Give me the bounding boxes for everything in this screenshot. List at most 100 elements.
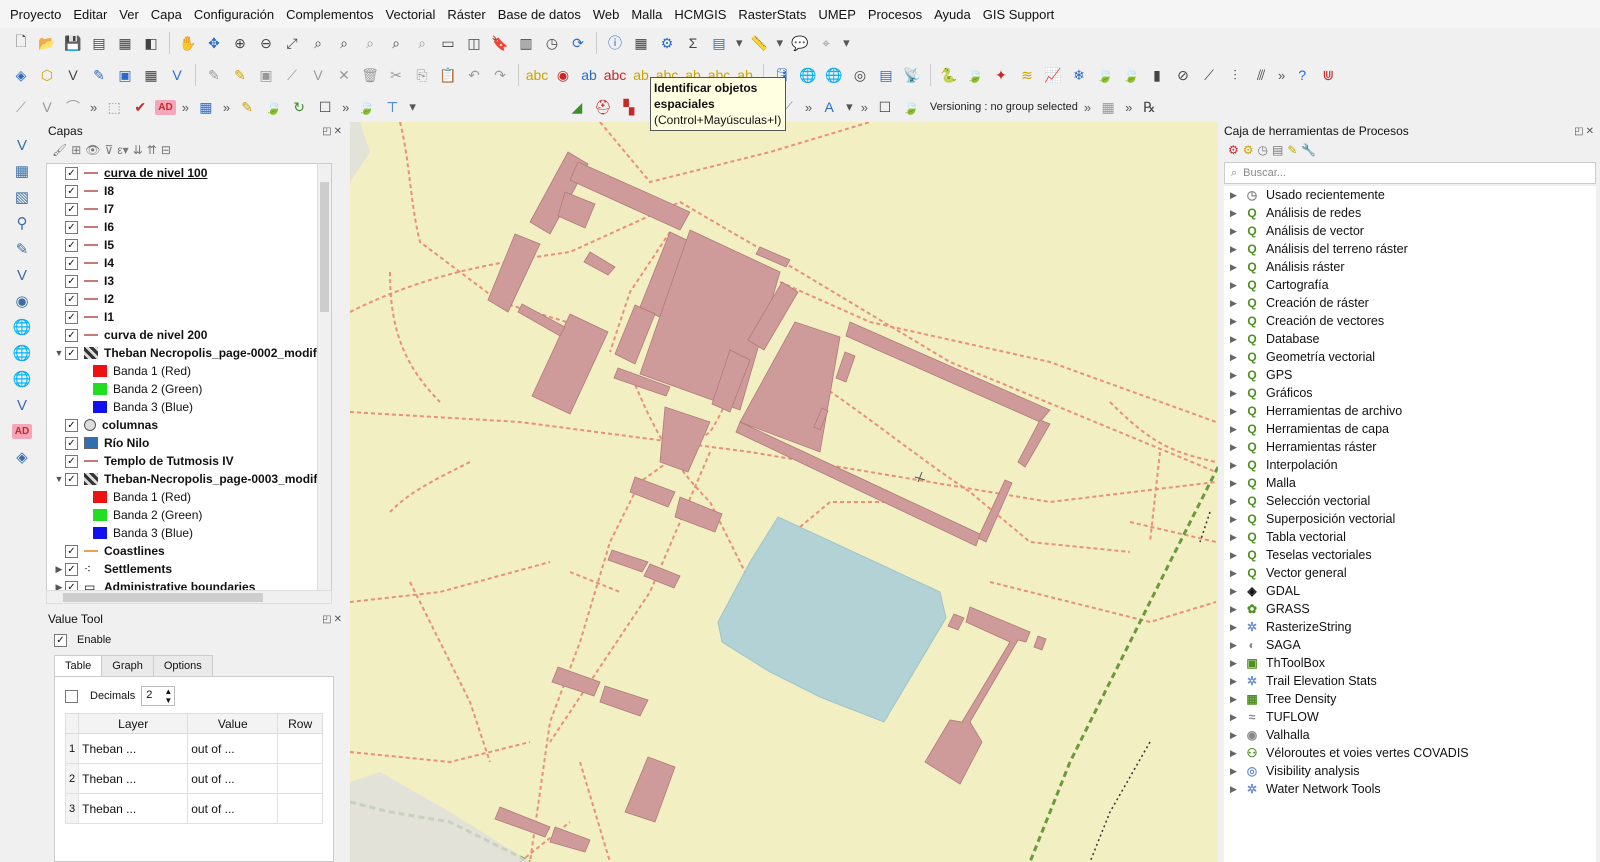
undo-icon[interactable]: ↶: [463, 64, 485, 86]
virtual-layer-icon[interactable]: V: [166, 64, 188, 86]
new-geopackage-layer-icon[interactable]: ⬡: [36, 64, 58, 86]
tab-graph[interactable]: Graph: [101, 655, 154, 676]
grid-icon[interactable]: ▦: [140, 64, 162, 86]
menu-base-de-datos[interactable]: Base de datos: [492, 7, 587, 22]
layer-visibility-checkbox[interactable]: ✓: [65, 184, 78, 198]
more-tools-icon[interactable]: »: [221, 100, 232, 115]
expand-arrow-icon[interactable]: ▶: [1230, 676, 1244, 687]
show-bookmarks-icon[interactable]: ▥: [515, 32, 537, 54]
menu-ayuda[interactable]: Ayuda: [928, 7, 977, 22]
processing-group[interactable]: ▶ ✲ RasterizeString: [1224, 618, 1596, 636]
expand-arrow-icon[interactable]: ▶: [1230, 244, 1244, 255]
expand-arrow-icon[interactable]: ▶: [1230, 478, 1244, 489]
expand-arrow-icon[interactable]: ▶: [1230, 442, 1244, 453]
layer-row[interactable]: Banda 2 (Green): [47, 380, 331, 398]
collapse-all-icon[interactable]: ⇈: [147, 143, 157, 157]
rc-tool-icon[interactable]: ℞: [1138, 96, 1160, 118]
expand-arrow-icon[interactable]: ▶: [1230, 658, 1244, 669]
label-pin-icon[interactable]: ◉: [552, 64, 574, 86]
processing-group[interactable]: ▶ ✲ Trail Elevation Stats: [1224, 672, 1596, 690]
processing-group[interactable]: ▶ Q Herramientas de archivo: [1224, 402, 1596, 420]
history-icon[interactable]: ◷: [1258, 143, 1268, 157]
processing-group[interactable]: ▶ Q Cartografía: [1224, 276, 1596, 294]
expand-arrow-icon[interactable]: ▶: [1230, 316, 1244, 327]
new-3d-view-icon[interactable]: ◫: [463, 32, 485, 54]
network-icon[interactable]: ❄: [1068, 64, 1090, 86]
menu-capa[interactable]: Capa: [145, 7, 188, 22]
profile-icon[interactable]: ⟋: [1198, 64, 1220, 86]
expand-arrow-icon[interactable]: ▶: [1230, 352, 1244, 363]
add-arcgis-layer-icon[interactable]: 🌐: [10, 368, 34, 390]
add-wfs-layer-icon[interactable]: 🌐: [10, 342, 34, 364]
save-edits-icon[interactable]: ▣: [114, 64, 136, 86]
georeferencer-icon[interactable]: ◢: [566, 96, 588, 118]
new-project-icon[interactable]: 🗋: [10, 32, 32, 54]
current-edits-icon[interactable]: ✎: [229, 64, 251, 86]
layer-visibility-checkbox[interactable]: ✓: [65, 166, 78, 180]
expand-arrow-icon[interactable]: ▶: [1230, 712, 1244, 723]
panel-float-close-icon[interactable]: ◰✕: [1574, 126, 1596, 137]
offset-curve-icon[interactable]: ⌒: [62, 96, 84, 118]
zoom-last-icon[interactable]: ⌕: [385, 32, 407, 54]
add-virtual-layer-icon[interactable]: V: [10, 264, 34, 286]
zoom-to-selection-icon[interactable]: ⌕: [307, 32, 329, 54]
layer-visibility-checkbox[interactable]: ✓: [65, 472, 78, 486]
layer-row[interactable]: ✓ Coastlines: [47, 542, 331, 560]
more-tools-icon[interactable]: »: [1276, 68, 1287, 83]
processing-group[interactable]: ▶ Q Malla: [1224, 474, 1596, 492]
expand-arrow-icon[interactable]: ▶: [1230, 550, 1244, 561]
map-canvas[interactable]: [350, 122, 1218, 862]
zoom-full-icon[interactable]: ⤢: [281, 32, 303, 54]
zoom-in-icon[interactable]: ⊕: [229, 32, 251, 54]
processing-group[interactable]: ▶ Q Herramientas de capa: [1224, 420, 1596, 438]
statistical-summary-icon[interactable]: Σ: [682, 32, 704, 54]
models-icon[interactable]: ⚙: [1228, 143, 1239, 157]
layer-visibility-checkbox[interactable]: ✓: [65, 292, 78, 306]
layer-visibility-checkbox[interactable]: ✓: [65, 436, 78, 450]
layout-manager-icon[interactable]: ▦: [114, 32, 136, 54]
processing-group[interactable]: ▶ Q Herramientas ráster: [1224, 438, 1596, 456]
tab-options[interactable]: Options: [152, 655, 213, 676]
edit-tool-icon[interactable]: ✎: [236, 96, 258, 118]
wcs-icon[interactable]: ▤: [875, 64, 897, 86]
processing-group[interactable]: ▶ ◐ SAGA: [1224, 636, 1596, 654]
modify-attributes-icon[interactable]: ✕: [333, 64, 355, 86]
zoom-to-layer-icon[interactable]: ⌕: [333, 32, 355, 54]
add-gpx-layer-icon[interactable]: ✎: [10, 238, 34, 260]
expand-arrow-icon[interactable]: ▶: [1230, 280, 1244, 291]
layer-row[interactable]: Banda 2 (Green): [47, 506, 331, 524]
color-grid-icon[interactable]: ▚: [618, 96, 640, 118]
add-wms-layer-icon[interactable]: ◉: [10, 290, 34, 312]
add-group-icon[interactable]: ⊞: [71, 143, 81, 157]
expand-arrow-icon[interactable]: ▶: [1230, 730, 1244, 741]
expand-arrow-icon[interactable]: ▶: [1230, 370, 1244, 381]
table-row[interactable]: 1 Theban ... out of ...: [64, 733, 323, 764]
menu-ráster[interactable]: Ráster: [441, 7, 491, 22]
temporal-controller-icon[interactable]: ◷: [541, 32, 563, 54]
layer-row[interactable]: ▶ ✓ ⁖ Settlements: [47, 560, 331, 578]
new-shapefile-icon[interactable]: V: [10, 394, 34, 416]
expand-arrow-icon[interactable]: ▶: [1230, 532, 1244, 543]
decimals-checkbox[interactable]: [65, 689, 78, 703]
layer-visibility-checkbox[interactable]: ✓: [65, 562, 78, 576]
processing-toolbox-icon[interactable]: ⚙: [656, 32, 678, 54]
checkbox-icon[interactable]: ☐: [314, 96, 336, 118]
layer-row[interactable]: ✓ I5: [47, 236, 331, 254]
menu-web[interactable]: Web: [587, 7, 626, 22]
hillshade-icon[interactable]: ▮: [1146, 64, 1168, 86]
processing-group[interactable]: ▶ Q Teselas vectoriales: [1224, 546, 1596, 564]
layer-row[interactable]: ✓ I6: [47, 218, 331, 236]
layer-visibility-checkbox[interactable]: ✓: [65, 454, 78, 468]
pan-map-icon[interactable]: ✋: [177, 32, 199, 54]
layer-visibility-checkbox[interactable]: ✓: [65, 202, 78, 216]
expand-arrow-icon[interactable]: ▶: [1230, 784, 1244, 795]
layer-row[interactable]: ▼ ✓ Theban Necropolis_page-0002_modific: [47, 344, 331, 362]
layer-visibility-checkbox[interactable]: ✓: [65, 310, 78, 324]
options-icon[interactable]: 🔧: [1301, 143, 1316, 157]
label-tool-icon[interactable]: A: [818, 96, 840, 118]
processing-group[interactable]: ▶ ✲ Water Network Tools: [1224, 780, 1596, 798]
add-mesh-layer-icon[interactable]: ▧: [10, 186, 34, 208]
panel-float-close-icon[interactable]: ◰✕: [322, 126, 344, 137]
layer-row[interactable]: Banda 1 (Red): [47, 362, 331, 380]
more-tools-icon[interactable]: »: [180, 100, 191, 115]
